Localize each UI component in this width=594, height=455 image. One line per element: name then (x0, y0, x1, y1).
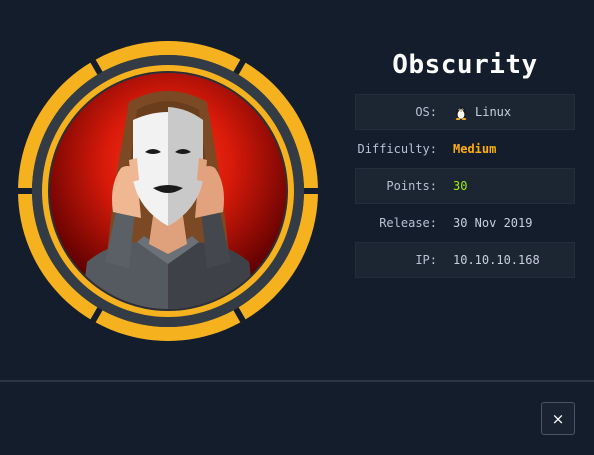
points-label: Points: (386, 179, 437, 193)
os-value-text: Linux (475, 105, 512, 119)
footer-divider (0, 380, 594, 382)
info-row-os: OS: Linux (355, 94, 575, 130)
close-icon: × (551, 409, 565, 428)
points-value: 30 (453, 179, 468, 193)
os-value: Linux (453, 104, 575, 120)
machine-info-panel: Obscurity OS: Linux Difficulty: Medium P… (0, 0, 594, 380)
release-value: 30 Nov 2019 (453, 216, 533, 230)
ip-label: IP: (415, 253, 437, 267)
release-label: Release: (379, 216, 437, 230)
machine-avatar-badge (17, 41, 319, 341)
difficulty-label: Difficulty: (357, 142, 437, 156)
machine-name: Obscurity (392, 50, 538, 80)
info-row-release: Release: 30 Nov 2019 (355, 205, 575, 241)
machine-info-table: OS: Linux Difficulty: Medium Points: 30 … (355, 94, 575, 279)
tux-icon (455, 107, 467, 120)
os-label: OS: (415, 105, 437, 119)
ip-value: 10.10.10.168 (453, 253, 540, 267)
difficulty-value: Medium (453, 142, 497, 156)
close-button[interactable]: × (541, 402, 575, 435)
info-row-difficulty: Difficulty: Medium (355, 131, 575, 167)
info-row-ip: IP: 10.10.10.168 (355, 242, 575, 278)
info-row-points: Points: 30 (355, 168, 575, 204)
